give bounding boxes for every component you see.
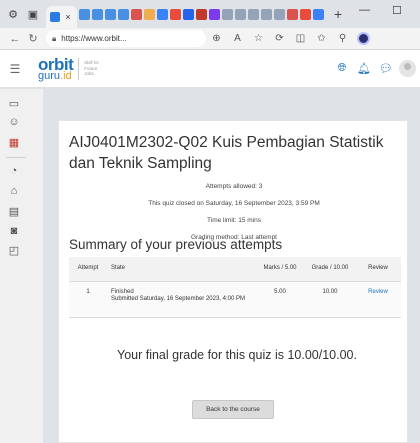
browser-tab-strip: ⚙ ▣ × + — ☐ xyxy=(0,0,420,28)
col-marks: Marks / 5.00 xyxy=(255,257,305,282)
browser-tab-favicon-icon[interactable] xyxy=(274,8,285,20)
back-to-course-button[interactable]: Back to the course xyxy=(192,400,274,419)
url-text: https://www.orbit... xyxy=(61,34,127,43)
site-navbar: ☰ orbit guru.id Skill for Future Jobs 🌐︎… xyxy=(0,50,420,88)
read-aloud-icon[interactable]: A xyxy=(227,33,248,44)
logo-divider xyxy=(78,57,80,80)
active-tab-favicon-icon xyxy=(50,12,60,22)
favorite-star-icon[interactable]: ☆ xyxy=(248,33,269,44)
content-bank-icon[interactable]: ◰ xyxy=(0,244,28,257)
browser-tab-favicon-icon[interactable] xyxy=(92,8,103,20)
language-globe-icon[interactable]: 🌐︎ xyxy=(331,62,353,75)
review-link[interactable]: Review xyxy=(368,289,388,295)
browser-tab-active[interactable]: × xyxy=(46,6,77,28)
browser-tab-favicon-icon[interactable] xyxy=(79,8,90,20)
address-bar[interactable]: 🔒︎ https://www.orbit... xyxy=(46,30,206,47)
quiz-card: AIJ0401M2302-Q02 Kuis Pembagian Statisti… xyxy=(58,120,408,443)
dashboard-icon[interactable]: ◔ xyxy=(0,165,28,177)
browser-tab-favicon-icon[interactable] xyxy=(144,8,155,20)
back-arrow-icon[interactable]: ← xyxy=(6,33,24,45)
time-limit: Time limit: 15 mins xyxy=(207,217,261,224)
attempt-number: 1 xyxy=(69,281,107,318)
attempt-state: Finished Submitted Saturday, 16 Septembe… xyxy=(107,281,255,318)
home-icon[interactable]: ⌂ xyxy=(0,185,28,197)
browser-tab-favicon-icon[interactable] xyxy=(131,8,142,20)
drawer-divider xyxy=(6,157,26,158)
attempts-table: Attempt State Marks / 5.00 Grade / 10.00… xyxy=(69,257,401,318)
browser-tab-favicon-icon[interactable] xyxy=(287,8,298,20)
split-screen-icon[interactable]: ◫ xyxy=(290,33,311,44)
browser-toolbar: ← ↻ 🔒︎ https://www.orbit... ⊕ A ☆ ⟳ ◫ ✩ … xyxy=(0,28,420,50)
browser-tab-favicon-icon[interactable] xyxy=(222,8,233,20)
participants-icon[interactable]: ☺ xyxy=(0,116,28,128)
browser-tab-favicon-icon[interactable] xyxy=(170,8,181,20)
table-row: 1 Finished Submitted Saturday, 16 Septem… xyxy=(69,281,401,318)
folder-icon[interactable]: ▭ xyxy=(0,97,28,110)
logo-sub-text: guru.id xyxy=(38,69,73,82)
summary-heading: Summary of your previous attempts xyxy=(69,237,283,252)
quiz-title: AIJ0401M2302-Q02 Kuis Pembagian Statisti… xyxy=(69,134,384,172)
lock-icon: 🔒︎ xyxy=(52,33,57,43)
browser-tab-favicon-icon[interactable] xyxy=(313,8,324,20)
left-drawer: ▭ ☺ ▦ ◔ ⌂ ▤ ◙ ◰ xyxy=(0,89,44,443)
review-cell: Review xyxy=(355,281,401,318)
col-state: State xyxy=(107,257,255,282)
browser-tab-favicon-icon[interactable] xyxy=(157,8,168,20)
messages-icon[interactable]: 💬︎ xyxy=(375,62,397,75)
attempt-marks: 5.00 xyxy=(255,281,305,318)
user-avatar[interactable] xyxy=(399,60,416,77)
files-icon[interactable]: ◙ xyxy=(0,225,28,237)
browser-tab-favicon-icon[interactable] xyxy=(248,8,259,20)
state-label: Finished xyxy=(111,288,134,295)
calendar-icon[interactable]: ▤ xyxy=(0,205,28,218)
browser-tab-favicon-icon[interactable] xyxy=(209,8,220,20)
col-attempt: Attempt xyxy=(69,257,107,282)
submitted-time: Submitted Saturday, 16 September 2023, 4… xyxy=(111,296,245,302)
zoom-icon[interactable]: ⊕ xyxy=(206,33,227,44)
grades-icon[interactable]: ▦ xyxy=(0,136,28,149)
favorites-icon[interactable]: ✩ xyxy=(311,33,332,44)
maximize-button[interactable]: ☐ xyxy=(392,4,402,17)
logo-sub-b: .id xyxy=(60,69,72,82)
col-review: Review xyxy=(355,257,401,282)
navbar-actions: 🌐︎ 🔔︎ 💬︎ xyxy=(331,60,416,77)
table-header-row: Attempt State Marks / 5.00 Grade / 10.00… xyxy=(69,257,401,282)
browser-tab-favicon-icon[interactable] xyxy=(196,8,207,20)
browser-tab-list xyxy=(79,8,326,20)
profile-avatar[interactable] xyxy=(357,32,370,45)
browser-tab-favicon-icon[interactable] xyxy=(235,8,246,20)
browser-tab-favicon-icon[interactable] xyxy=(105,8,116,20)
site-logo[interactable]: orbit guru.id Skill for Future Jobs xyxy=(38,56,100,82)
browser-tab-favicon-icon[interactable] xyxy=(261,8,272,20)
browser-tab-favicon-icon[interactable] xyxy=(183,8,194,20)
new-tab-button[interactable]: + xyxy=(334,6,342,22)
minimize-button[interactable]: — xyxy=(359,4,370,16)
close-tab-icon[interactable]: × xyxy=(63,12,73,22)
refresh-page-icon[interactable]: ⟳ xyxy=(269,33,290,44)
col-grade: Grade / 10.00 xyxy=(305,257,355,282)
attempt-grade: 10.00 xyxy=(305,281,355,318)
workspace-icon[interactable]: ⚙ xyxy=(6,7,20,21)
attempts-allowed: Attempts allowed: 3 xyxy=(205,183,263,190)
tab-actions-icon[interactable]: ▣ xyxy=(26,7,40,21)
browser-tab-favicon-icon[interactable] xyxy=(300,8,311,20)
logo-sub-a: guru xyxy=(38,69,61,82)
logo-tagline: Skill for Future Jobs xyxy=(84,60,100,77)
reload-icon[interactable]: ↻ xyxy=(24,32,42,45)
menu-icon[interactable]: ☰ xyxy=(0,62,30,76)
extensions-icon[interactable]: ⚲ xyxy=(332,33,353,44)
notification-bell-icon[interactable]: 🔔︎ xyxy=(353,62,375,75)
browser-tab-favicon-icon[interactable] xyxy=(118,8,129,20)
final-grade: Your final grade for this quiz is 10.00/… xyxy=(117,348,357,362)
quiz-closed-on: This quiz closed on Saturday, 16 Septemb… xyxy=(148,200,320,207)
